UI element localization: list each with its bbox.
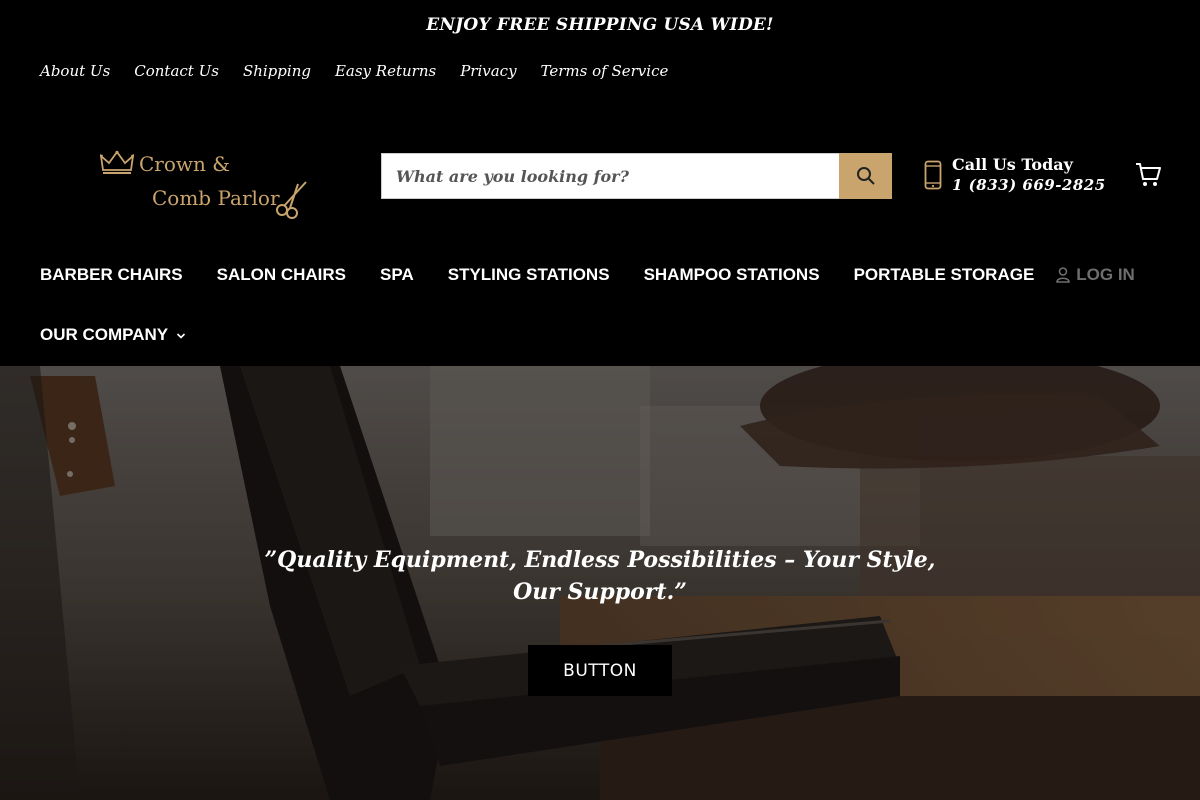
- nav-barber-chairs[interactable]: BARBER CHAIRS: [40, 262, 183, 288]
- call-us-block[interactable]: Call Us Today 1 (833) 669-2825: [924, 154, 1106, 195]
- call-number[interactable]: 1 (833) 669-2825: [952, 175, 1106, 195]
- scissors-icon: [276, 181, 307, 219]
- nav-our-company[interactable]: OUR COMPANY: [40, 322, 186, 348]
- user-icon: [1056, 267, 1071, 283]
- call-title: Call Us Today: [952, 155, 1073, 174]
- cart-button[interactable]: [1134, 160, 1164, 190]
- login-link[interactable]: LOG IN: [1056, 265, 1135, 285]
- announcement-text: ENJOY FREE SHIPPING USA WIDE!: [426, 15, 774, 35]
- chevron-down-icon: [177, 333, 186, 339]
- utility-link-privacy[interactable]: Privacy: [460, 60, 516, 82]
- hero-cta-button[interactable]: BUTTON: [528, 645, 672, 696]
- hero-banner: ”Quality Equipment, Endless Possibilitie…: [0, 366, 1200, 800]
- utility-link-returns[interactable]: Easy Returns: [335, 60, 436, 82]
- crown-icon: [100, 150, 134, 174]
- logo-line1: Crown &: [139, 152, 231, 176]
- main-nav: BARBER CHAIRS SALON CHAIRS SPA STYLING S…: [40, 262, 1170, 288]
- nav-salon-chairs[interactable]: SALON CHAIRS: [217, 262, 346, 288]
- nav-styling-stations[interactable]: STYLING STATIONS: [448, 262, 610, 288]
- nav-spa[interactable]: SPA: [380, 262, 414, 288]
- search-button[interactable]: [839, 153, 892, 199]
- site-logo[interactable]: Crown & Comb Parlor: [100, 148, 315, 222]
- utility-nav: About Us Contact Us Shipping Easy Return…: [40, 60, 692, 82]
- utility-link-terms[interactable]: Terms of Service: [541, 60, 669, 82]
- nav-portable-storage[interactable]: PORTABLE STORAGE: [854, 262, 1035, 288]
- search-icon: [856, 167, 875, 185]
- announcement-bar: ENJOY FREE SHIPPING USA WIDE!: [0, 0, 1200, 50]
- call-text: Call Us Today 1 (833) 669-2825: [952, 154, 1106, 195]
- phone-icon: [924, 160, 942, 189]
- search-bar: [381, 153, 892, 199]
- logo-line2: Comb Parlor: [152, 186, 280, 210]
- company-label: OUR COMPANY: [40, 325, 169, 344]
- login-label: LOG IN: [1076, 265, 1135, 284]
- nav-shampoo-stations[interactable]: SHAMPOO STATIONS: [644, 262, 820, 288]
- search-input[interactable]: [381, 153, 839, 199]
- hero-tagline: ”Quality Equipment, Endless Possibilitie…: [264, 547, 936, 605]
- cart-icon: [1136, 163, 1161, 186]
- utility-link-about[interactable]: About Us: [40, 60, 110, 82]
- utility-link-shipping[interactable]: Shipping: [243, 60, 311, 82]
- utility-link-contact[interactable]: Contact Us: [134, 60, 219, 82]
